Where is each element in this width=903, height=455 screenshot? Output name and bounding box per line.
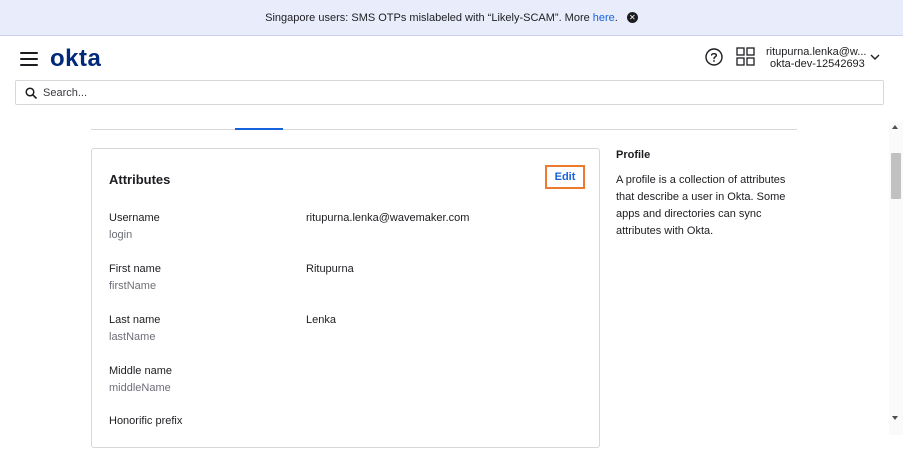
profile-help-title: Profile	[616, 149, 651, 161]
scrollbar-thumb[interactable]	[891, 153, 901, 199]
attribute-value: Lenka	[306, 314, 336, 326]
edit-attributes-button[interactable]: Edit	[545, 165, 585, 189]
user-email: ritupurna.lenka@w...	[766, 46, 867, 58]
user-account-menu[interactable]: ritupurna.lenka@w... okta-dev-12542693	[766, 46, 866, 70]
profile-help-description: A profile is a collection of attributes …	[616, 174, 786, 237]
attribute-label: Last name	[109, 314, 161, 326]
attribute-label: Username	[109, 212, 160, 224]
attribute-row: First name firstName Ritupurna	[109, 263, 589, 303]
tabs-divider	[91, 129, 797, 130]
top-header: okta ritupurna.lenka@w... okta-dev-12542…	[0, 36, 903, 80]
scroll-down-arrow-icon[interactable]	[892, 416, 898, 420]
page-scrollbar[interactable]	[889, 122, 903, 435]
announcement-banner: Singapore users: SMS OTPs mislabeled wit…	[0, 0, 903, 36]
attribute-value: ritupurna.lenka@wavemaker.com	[306, 212, 470, 224]
attribute-label: First name	[109, 263, 161, 275]
attribute-row: Honorific prefix	[109, 415, 589, 455]
hamburger-menu-icon[interactable]	[20, 52, 38, 66]
attribute-key: middleName	[109, 382, 171, 394]
attribute-key: lastName	[109, 331, 156, 343]
chevron-down-icon[interactable]	[870, 53, 880, 61]
attribute-key: firstName	[109, 280, 157, 292]
app-grid-icon[interactable]	[736, 47, 755, 66]
attribute-key: login	[109, 229, 133, 241]
scroll-up-arrow-icon[interactable]	[892, 125, 898, 129]
attributes-card: Attributes Edit Username login ritupurna…	[91, 148, 600, 448]
okta-logo[interactable]: okta	[50, 45, 101, 73]
search-icon	[25, 86, 37, 99]
close-circle-icon[interactable]: ✕	[626, 12, 638, 23]
active-tab-indicator	[235, 128, 283, 130]
search-input[interactable]	[41, 85, 841, 100]
banner-text: Singapore users: SMS OTPs mislabeled wit…	[265, 11, 590, 24]
attribute-row: Username login ritupurna.lenka@wavemaker…	[109, 212, 589, 252]
attributes-title: Attributes	[109, 172, 171, 187]
banner-period: .	[614, 11, 618, 24]
attribute-label: Honorific prefix	[109, 415, 183, 427]
attribute-label: Middle name	[109, 365, 172, 377]
profile-help-panel: Profile A profile is a collection of att…	[616, 148, 806, 240]
attribute-row: Middle name middleName	[109, 365, 589, 405]
search-bar[interactable]	[15, 80, 884, 105]
user-org: okta-dev-12542693	[770, 58, 865, 70]
help-circle-icon[interactable]	[705, 48, 723, 66]
attribute-value: Ritupurna	[306, 263, 354, 275]
banner-link[interactable]: here	[593, 12, 615, 24]
attribute-row: Last name lastName Lenka	[109, 314, 589, 354]
